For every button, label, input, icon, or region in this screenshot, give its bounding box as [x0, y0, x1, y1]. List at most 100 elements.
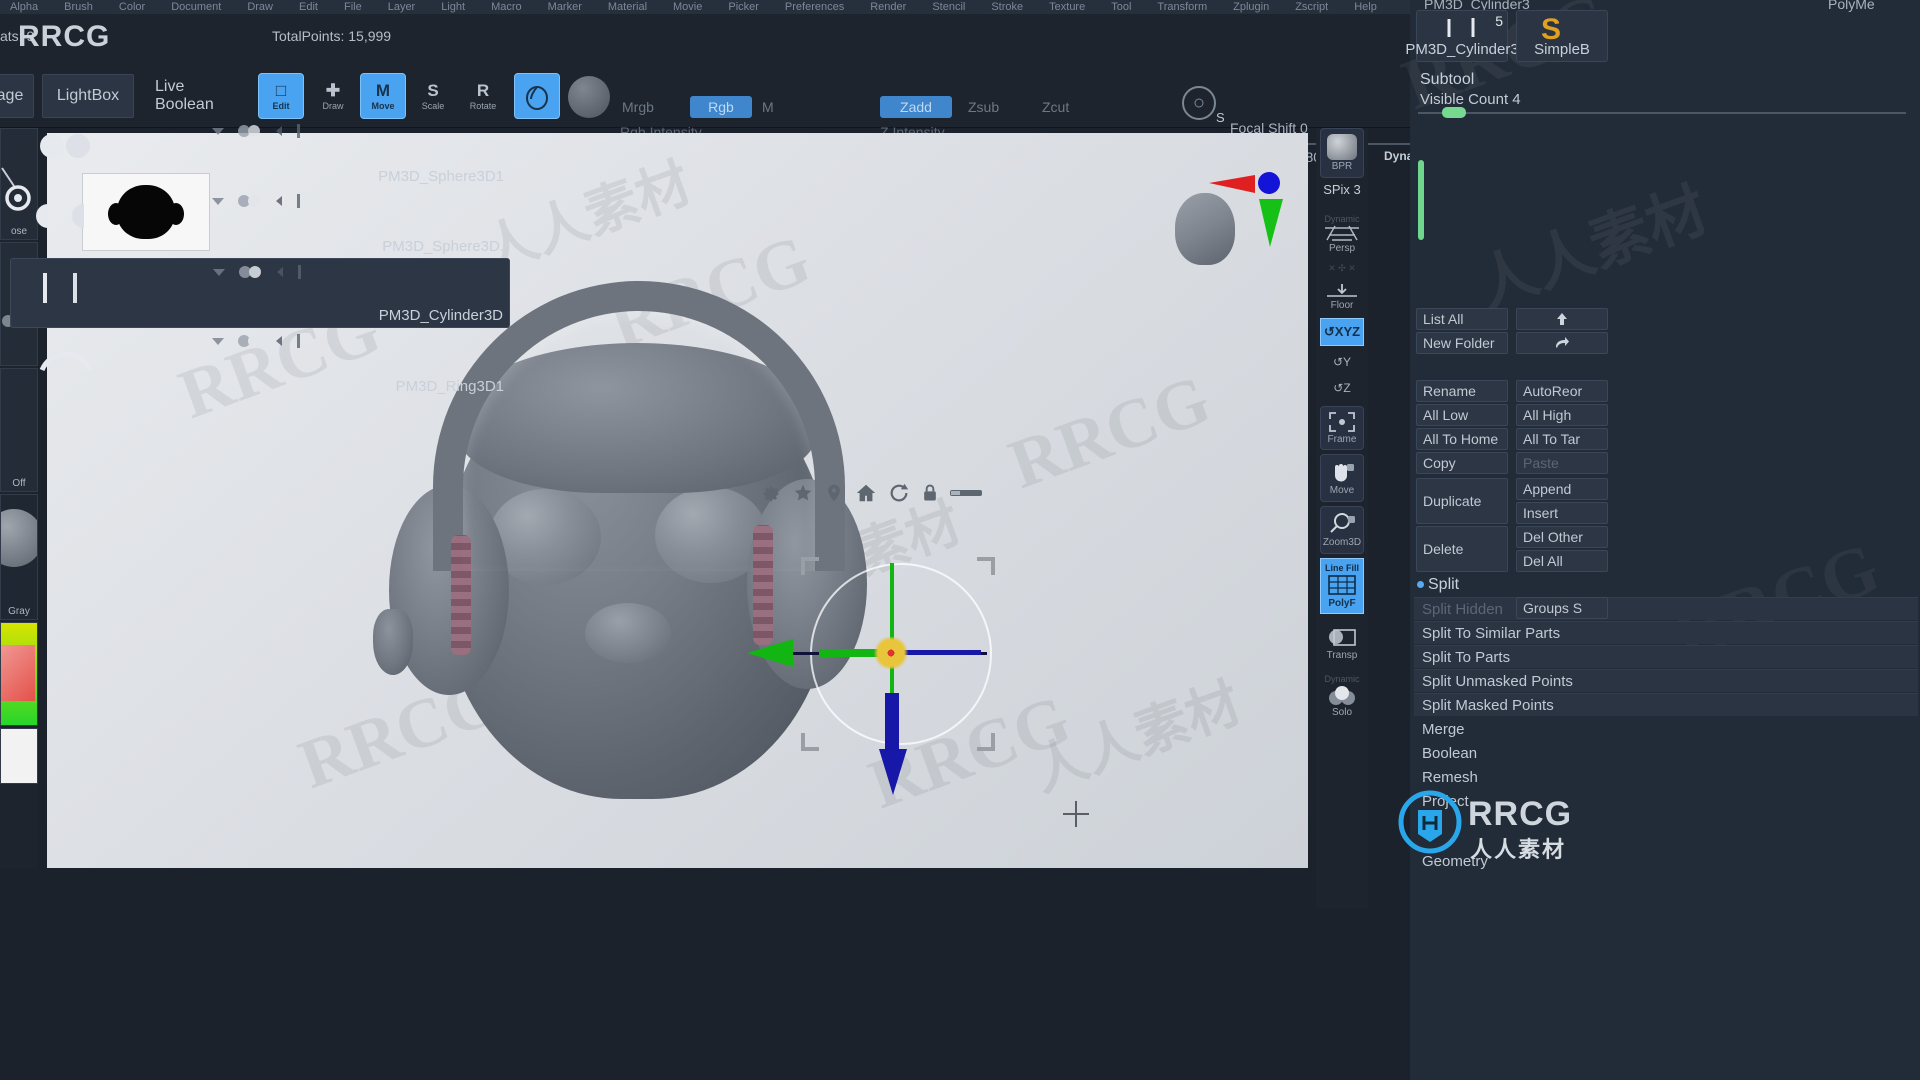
merge-section[interactable]: Merge	[1414, 718, 1918, 741]
brush-size-s-icon[interactable]	[1182, 86, 1216, 120]
eye-toggle-icon[interactable]	[236, 334, 262, 348]
move-tool-button[interactable]: M Move	[360, 73, 406, 119]
menu-item-brush[interactable]: Brush	[64, 1, 93, 13]
bpr-button[interactable]: BPR	[1320, 128, 1364, 178]
menu-item-stroke[interactable]: Stroke	[991, 1, 1023, 13]
zsub-toggle[interactable]: Zsub	[968, 99, 999, 115]
chevron-down-icon[interactable]	[211, 266, 227, 278]
visibility-bar-icon[interactable]	[297, 265, 303, 279]
edit-tool-button[interactable]: □ Edit	[258, 73, 304, 119]
subtool-row-sphere1[interactable]: PM3D_Sphere3D1	[10, 118, 510, 188]
solo-button[interactable]: Dynamic Solo	[1320, 670, 1364, 722]
eye-toggle-icon[interactable]	[236, 124, 262, 138]
subtool-row-icons[interactable]	[210, 334, 302, 348]
visible-count-slider[interactable]	[1418, 112, 1906, 114]
gizmo-corner-br[interactable]	[977, 733, 995, 751]
mrgb-label[interactable]: Mrgb	[622, 99, 654, 115]
palette-color-picker[interactable]	[0, 622, 38, 726]
rotate-tool-button[interactable]: R Rotate	[460, 73, 506, 119]
paint-toggle-icon[interactable]	[272, 124, 286, 138]
visible-count-knob[interactable]	[1442, 107, 1466, 118]
slider-icon[interactable]	[950, 487, 982, 499]
split-masked-points-button[interactable]: Split Masked Points	[1414, 693, 1918, 716]
m-toggle[interactable]: M	[762, 99, 774, 115]
subtool-row-icons[interactable]	[210, 124, 302, 138]
palette-secondary-color[interactable]	[0, 728, 38, 784]
floor-button[interactable]: Floor	[1320, 280, 1364, 314]
menu-item-stencil[interactable]: Stencil	[932, 1, 965, 13]
current-brush-button[interactable]	[514, 73, 560, 119]
rename-button[interactable]: Rename	[1416, 380, 1508, 402]
all-to-target-button[interactable]: All To Tar	[1516, 428, 1608, 450]
subtool-row-icons[interactable]	[211, 265, 303, 279]
menu-item-zscript[interactable]: Zscript	[1295, 1, 1328, 13]
z-axis-button[interactable]: ↺Z	[1320, 376, 1364, 400]
subtool-row-sphere2[interactable]: PM3D_Sphere3D.	[10, 188, 510, 258]
xyz-axis-button[interactable]: ↺XYZ	[1320, 318, 1364, 346]
eye-toggle-icon[interactable]	[236, 194, 262, 208]
scale-tool-button[interactable]: S Scale	[410, 73, 456, 119]
subtool-scroll-indicator[interactable]	[1418, 160, 1424, 240]
lightbox-button[interactable]: LightBox	[42, 74, 134, 118]
copy-button[interactable]: Copy	[1416, 452, 1508, 474]
visibility-bar-icon[interactable]	[296, 194, 302, 208]
menu-item-tool[interactable]: Tool	[1111, 1, 1131, 13]
menu-item-picker[interactable]: Picker	[728, 1, 759, 13]
new-folder-button[interactable]: New Folder	[1416, 332, 1508, 354]
insert-button[interactable]: Insert	[1516, 502, 1608, 524]
menu-item-render[interactable]: Render	[870, 1, 906, 13]
zadd-toggle[interactable]: Zadd	[880, 96, 952, 118]
gizmo-axis-y-blue[interactable]	[885, 693, 899, 753]
visibility-bar-icon[interactable]	[296, 124, 302, 138]
live-boolean-button[interactable]: Live Boolean	[140, 74, 250, 118]
menu-item-help[interactable]: Help	[1354, 1, 1377, 13]
menu-item-draw[interactable]: Draw	[247, 1, 273, 13]
menu-item-light[interactable]: Light	[441, 1, 465, 13]
split-unmasked-points-button[interactable]: Split Unmasked Points	[1414, 669, 1918, 692]
pin-icon[interactable]	[824, 482, 844, 504]
transp-button[interactable]: Transp	[1320, 622, 1364, 666]
remesh-section[interactable]: Remesh	[1414, 766, 1918, 789]
material-preview-sphere[interactable]	[568, 76, 610, 118]
gizmo-arrow-left[interactable]	[747, 639, 793, 667]
visible-count-label[interactable]: Visible Count 4	[1420, 91, 1521, 108]
paint-toggle-icon[interactable]	[273, 265, 287, 279]
all-to-home-button[interactable]: All To Home	[1416, 428, 1508, 450]
subtool-row-icons[interactable]	[210, 194, 302, 208]
subtool-row-ring[interactable]: PM3D_Ring3D1	[10, 328, 510, 398]
groups-split-button[interactable]: Groups S	[1516, 597, 1608, 619]
gizmo-center-handle[interactable]	[873, 637, 909, 669]
menu-item-edit[interactable]: Edit	[299, 1, 318, 13]
axis-toggles[interactable]: ✕ ✣ ✕	[1320, 258, 1364, 278]
del-all-button[interactable]: Del All	[1516, 550, 1608, 572]
rgb-toggle[interactable]: Rgb	[690, 96, 752, 118]
palette-material[interactable]: Gray	[0, 494, 38, 620]
split-to-parts-button[interactable]: Split To Parts	[1414, 645, 1918, 668]
menu-item-layer[interactable]: Layer	[388, 1, 416, 13]
gizmo-corner-tr[interactable]	[977, 557, 995, 575]
append-button[interactable]: Append	[1516, 478, 1608, 500]
autoreorder-button[interactable]: AutoReor	[1516, 380, 1608, 402]
move-view-button[interactable]: Move	[1320, 454, 1364, 502]
gizmo-corner-bl[interactable]	[801, 733, 819, 751]
menu-item-movie[interactable]: Movie	[673, 1, 702, 13]
list-all-button[interactable]: List All	[1416, 308, 1508, 330]
chevron-down-icon[interactable]	[210, 125, 226, 137]
draw-tool-button[interactable]: ✚ Draw	[310, 73, 356, 119]
zoom3d-button[interactable]: Zoom3D	[1320, 506, 1364, 554]
gizmo-arrow-down[interactable]	[879, 749, 907, 795]
chevron-down-icon[interactable]	[210, 195, 226, 207]
del-other-button[interactable]: Del Other	[1516, 526, 1608, 548]
move-up-button[interactable]	[1516, 308, 1608, 330]
visibility-bar-icon[interactable]	[296, 334, 302, 348]
paint-toggle-icon[interactable]	[272, 334, 286, 348]
home-icon[interactable]	[854, 482, 878, 504]
paint-toggle-icon[interactable]	[272, 194, 286, 208]
eye-toggle-icon[interactable]	[237, 265, 263, 279]
frame-button[interactable]: Frame	[1320, 406, 1364, 450]
navigation-head-thumbnail[interactable]	[1175, 193, 1235, 265]
menu-item-preferences[interactable]: Preferences	[785, 1, 844, 13]
move-right-button[interactable]	[1516, 332, 1608, 354]
spix-value[interactable]: SPix 3	[1320, 182, 1364, 197]
lock-icon[interactable]	[920, 482, 940, 504]
